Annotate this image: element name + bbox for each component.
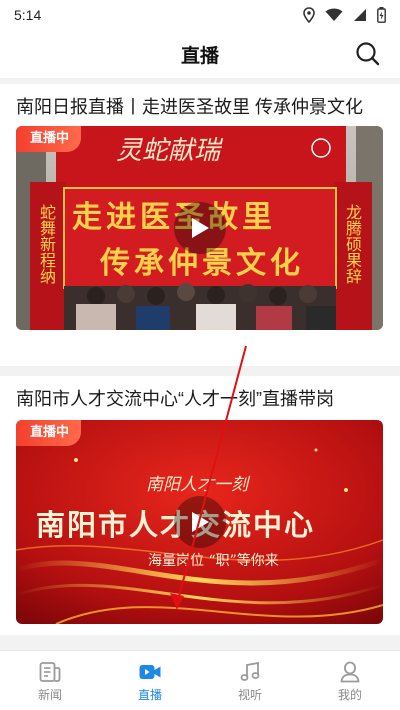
talent-logo-text: 南阳人才一刻 [146, 475, 248, 495]
live-thumbnail[interactable]: 灵蛇献瑞 走进医圣故里 传承仲景文化 蛇舞新程纳 龙腾硕果辞 直播中 [16, 126, 383, 330]
live-card[interactable]: 南阳日报直播丨走进医圣故里 传承仲景文化 灵蛇献瑞 走进医圣故里 传承仲景文化 … [0, 84, 400, 366]
music-note-icon [240, 661, 260, 681]
cellular-signal-icon [354, 9, 366, 21]
live-video-icon [139, 665, 161, 679]
live-screen: 5:14 直播 南阳日报直播丨走进医圣故里 传承仲景文化 灵蛇献瑞 走进医圣故里… [0, 0, 400, 710]
play-button[interactable] [173, 202, 226, 254]
play-icon [191, 218, 209, 238]
profile-icon [340, 661, 360, 683]
live-badge: 直播中 [16, 126, 82, 152]
battery-icon [377, 7, 386, 23]
location-icon [303, 7, 315, 23]
status-time: 5:14 [14, 7, 42, 23]
nav-item-media[interactable]: 视听 [200, 651, 300, 710]
wifi-icon [325, 8, 343, 21]
bottom-nav: 新闻 直播 视听 我的 [0, 650, 400, 710]
nav-label-profile: 我的 [337, 688, 362, 702]
live-card-title[interactable]: 南阳日报直播丨走进医圣故里 传承仲景文化 [16, 94, 384, 121]
live-feed: 南阳日报直播丨走进医圣故里 传承仲景文化 灵蛇献瑞 走进医圣故里 传承仲景文化 … [0, 84, 400, 635]
live-card-title[interactable]: 南阳市人才交流中心“人才一刻”直播带岗 [16, 386, 384, 413]
title-bar: 直播 [0, 30, 400, 78]
gate-left-couplet: 蛇舞新程纳 [37, 204, 56, 284]
status-bar: 5:14 [0, 0, 400, 30]
nav-label-live: 直播 [137, 688, 162, 702]
nav-item-live[interactable]: 直播 [100, 651, 200, 710]
play-icon [191, 512, 209, 532]
live-card[interactable]: 南阳市人才交流中心“人才一刻”直播带岗 南阳人才一刻 南阳市人才交流中心 海量岗… [0, 376, 400, 635]
status-icons [303, 7, 386, 23]
play-button[interactable] [173, 496, 226, 548]
nav-item-profile[interactable]: 我的 [300, 651, 400, 710]
gate-calligraphy: 灵蛇献瑞 [116, 136, 221, 166]
nav-label-news: 新闻 [37, 688, 62, 702]
page-title: 直播 [180, 44, 219, 67]
search-icon [356, 42, 380, 66]
news-icon [39, 662, 61, 682]
gate-right-couplet: 龙腾硕果辞 [343, 204, 362, 284]
live-thumbnail[interactable]: 南阳人才一刻 南阳市人才交流中心 海量岗位 “职”等你来 直播中 [16, 420, 383, 624]
search-button[interactable] [354, 40, 382, 68]
nav-item-news[interactable]: 新闻 [0, 651, 100, 710]
nav-label-media: 视听 [237, 688, 262, 702]
live-badge: 直播中 [16, 420, 82, 446]
talent-banner-sub: 海量岗位 “职”等你来 [148, 553, 279, 569]
